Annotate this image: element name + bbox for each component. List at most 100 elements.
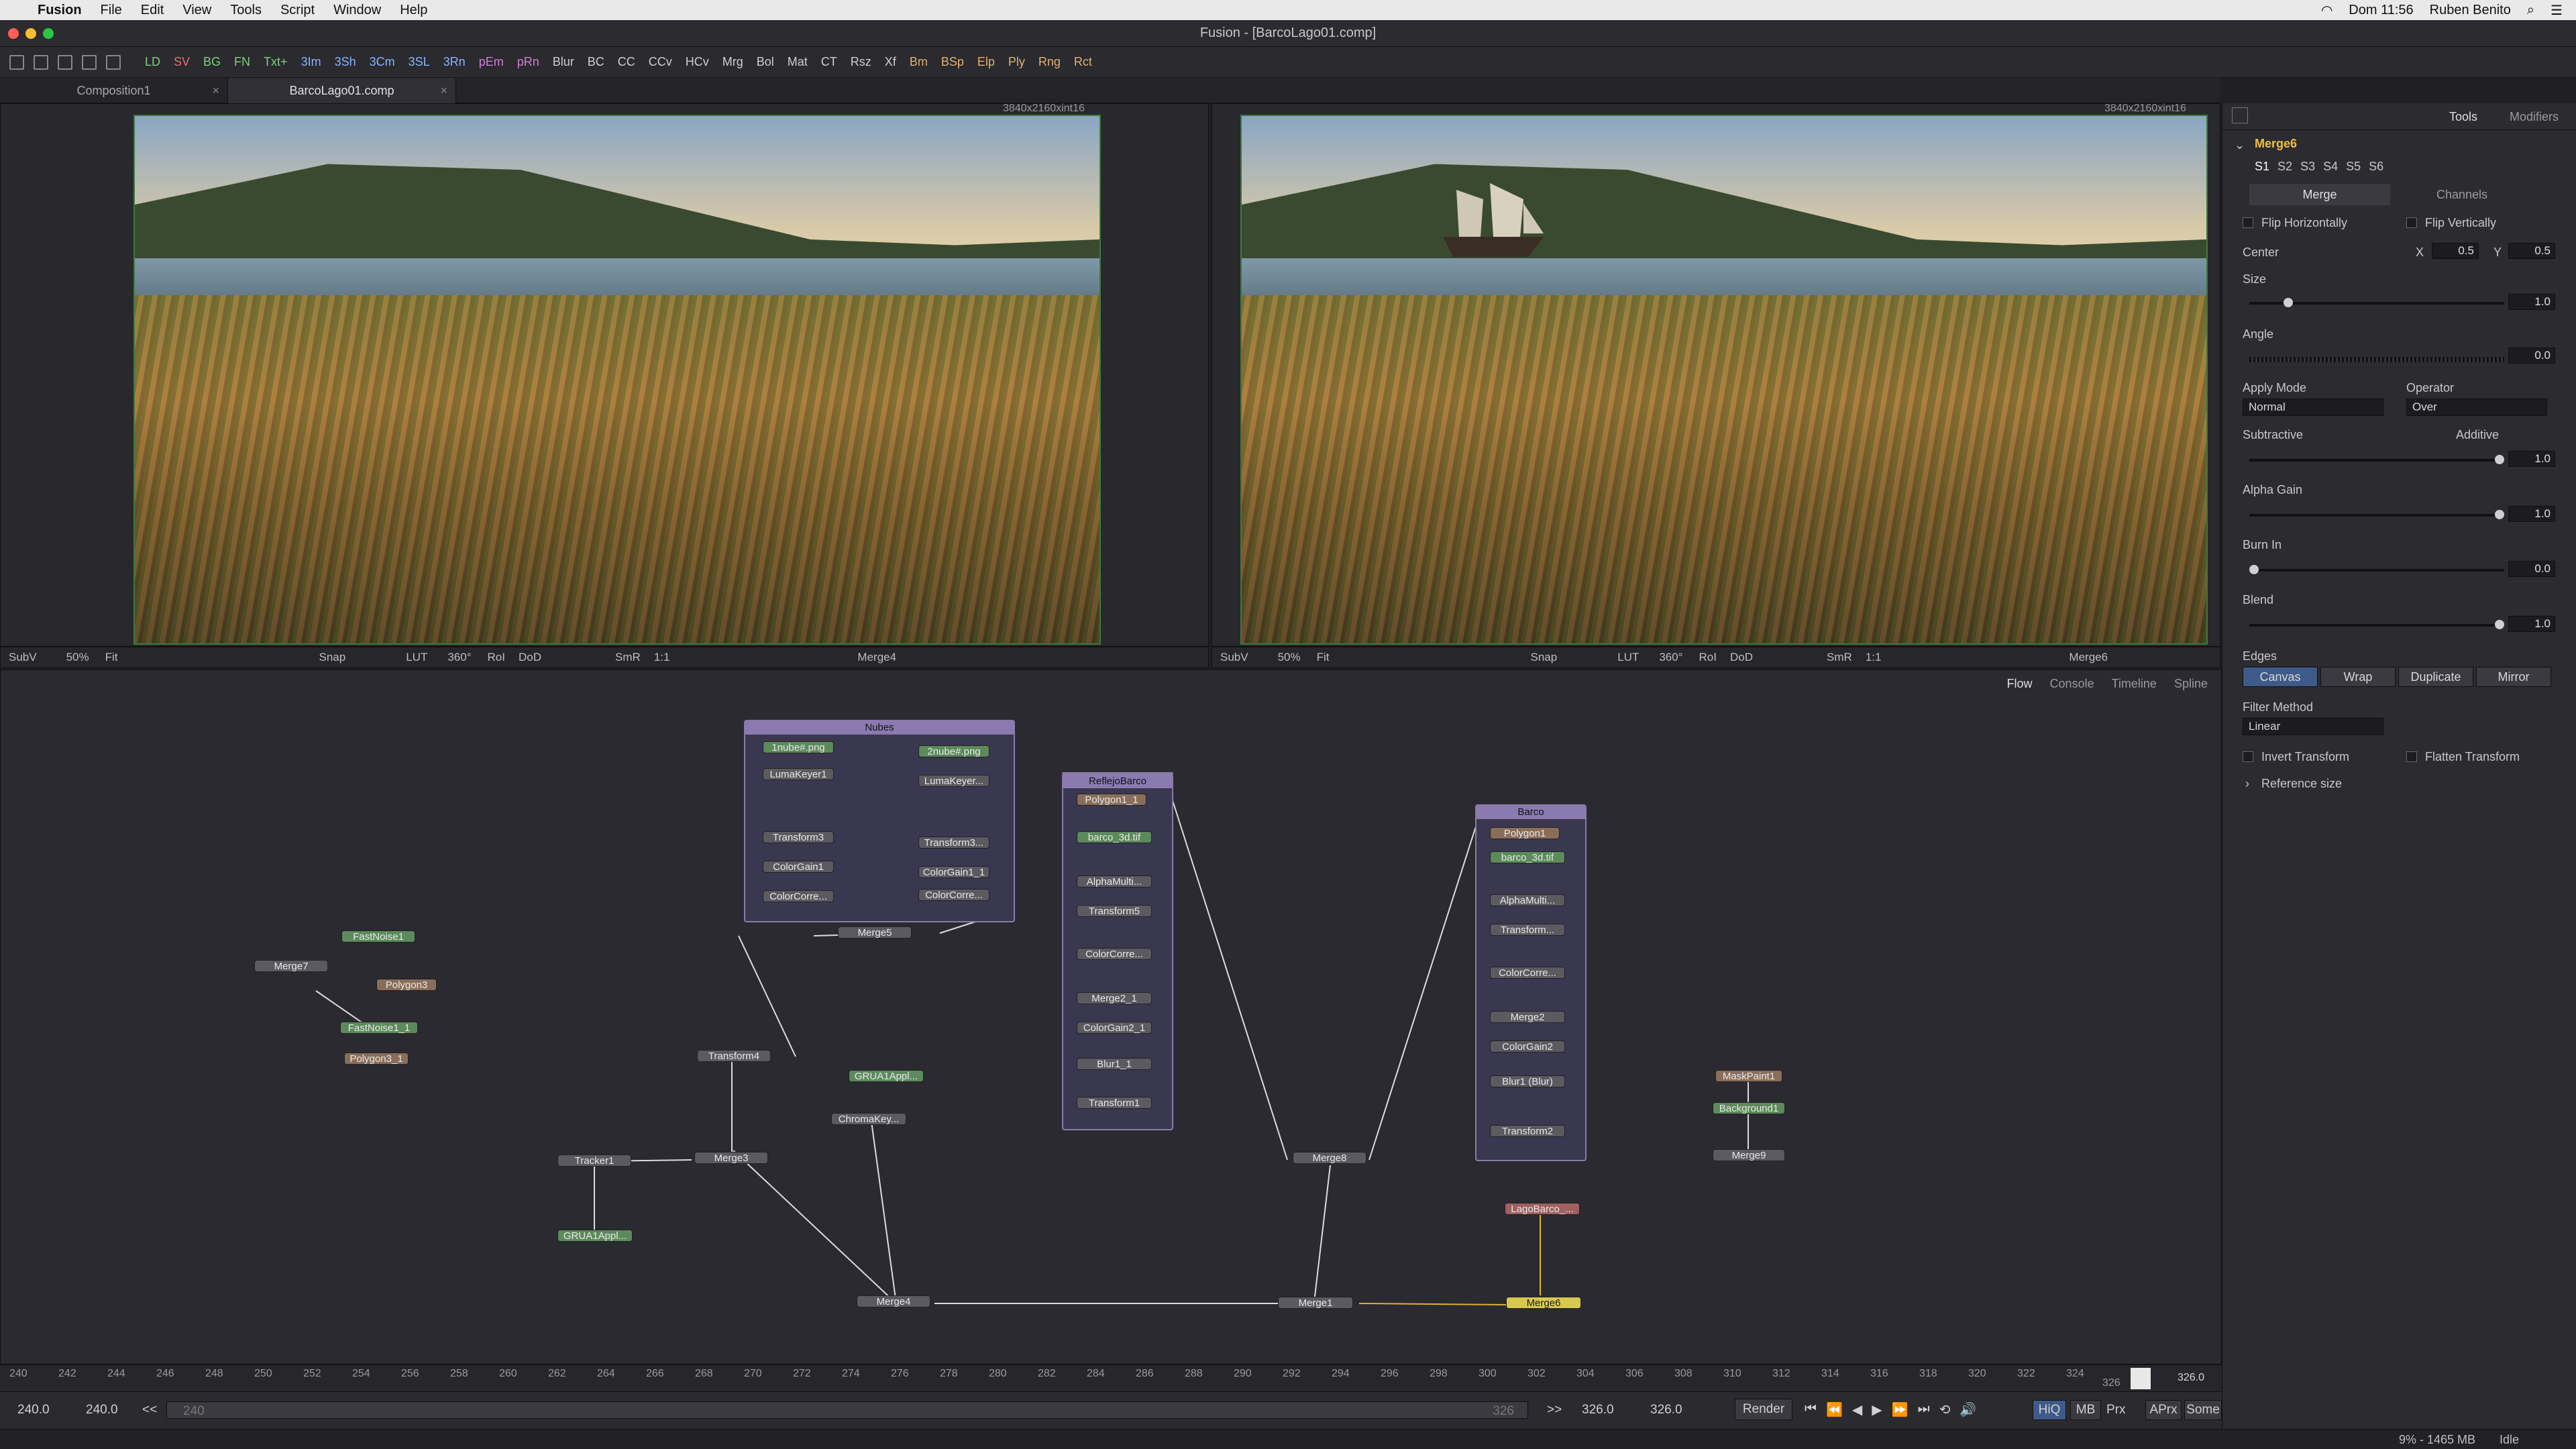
app-menu[interactable]: Fusion — [38, 3, 82, 18]
snap-button[interactable]: Snap — [319, 651, 346, 664]
invert-transform-checkbox[interactable] — [2243, 751, 2253, 762]
node-merge9[interactable]: Merge9 — [1713, 1149, 1785, 1161]
layout-icon-5[interactable] — [106, 54, 121, 70]
angle-input[interactable]: 0.0 — [2508, 347, 2555, 364]
tool-button-3im[interactable]: 3Im — [301, 55, 321, 69]
node-transform3[interactable]: Transform3 — [763, 831, 834, 843]
prx-button[interactable]: Prx — [2106, 1403, 2126, 1417]
tool-button-rct[interactable]: Rct — [1074, 55, 1092, 69]
roi-button[interactable]: RoI — [488, 651, 505, 664]
global-start[interactable]: 240.0 — [17, 1403, 50, 1417]
loop-icon[interactable]: ⟲ — [1939, 1401, 1951, 1418]
burn-in-slider[interactable] — [2249, 565, 2504, 574]
fit-button[interactable]: Fit — [105, 651, 118, 664]
angle-button[interactable]: 360° — [447, 651, 471, 664]
node-grua1appl[interactable]: GRUA1Appl... — [849, 1070, 924, 1082]
step-back-icon[interactable]: ⏪ — [1826, 1401, 1843, 1418]
node-merge7[interactable]: Merge7 — [254, 960, 328, 972]
node-fastnoise1-1[interactable]: FastNoise1_1 — [340, 1022, 418, 1034]
node-merge8[interactable]: Merge8 — [1293, 1152, 1366, 1164]
tool-button-bol[interactable]: Bol — [757, 55, 774, 69]
size-input[interactable]: 1.0 — [2508, 294, 2555, 310]
node-transform-b[interactable]: Transform... — [1490, 924, 1565, 936]
some-button[interactable]: Some — [2184, 1400, 2222, 1420]
slider-knob[interactable] — [2495, 510, 2504, 519]
node-background1[interactable]: Background1 — [1713, 1102, 1785, 1114]
lut-button[interactable]: LUT — [1617, 651, 1639, 664]
tool-button-blur[interactable]: Blur — [553, 55, 574, 69]
angle-button[interactable]: 360° — [1659, 651, 1682, 664]
node-transform5[interactable]: Transform5 — [1077, 905, 1152, 917]
spotlight-icon[interactable]: ⌕ — [2527, 3, 2534, 18]
burn-in-input[interactable]: 0.0 — [2508, 561, 2555, 577]
tool-button-ld[interactable]: LD — [145, 55, 160, 69]
reference-size-expander[interactable]: Reference size — [2261, 777, 2342, 791]
go-to-start-icon[interactable]: ⏮ — [1805, 1401, 1817, 1418]
node-merge4[interactable]: Merge4 — [857, 1295, 930, 1307]
size-slider[interactable] — [2249, 298, 2504, 307]
node-transform4[interactable]: Transform4 — [697, 1050, 771, 1062]
node-polygon1[interactable]: Polygon1 — [1490, 827, 1560, 839]
node-colorgain1-1[interactable]: ColorGain1_1 — [918, 866, 989, 878]
flip-vertically-checkbox[interactable] — [2406, 217, 2417, 228]
flatten-transform-checkbox[interactable] — [2406, 751, 2417, 762]
node-merge6[interactable]: Merge6 — [1506, 1297, 1581, 1309]
slider-knob[interactable] — [2495, 455, 2504, 464]
viewer-right[interactable]: 3840x2160xint16 — [1212, 103, 2220, 647]
tool-button-bc[interactable]: BC — [588, 55, 604, 69]
menu-file[interactable]: File — [101, 3, 122, 18]
node-grua1appl-2[interactable]: GRUA1Appl... — [557, 1230, 633, 1242]
subview-button[interactable]: SubV — [9, 651, 37, 664]
tool-button-mat[interactable]: Mat — [788, 55, 808, 69]
tab-composition1[interactable]: Composition1 × — [0, 78, 228, 103]
flow-view[interactable]: Flow Console Timeline Spline Merge7 Fast… — [0, 669, 2222, 1364]
slider-knob[interactable] — [2284, 298, 2294, 307]
tool-button-bsp[interactable]: BSp — [941, 55, 964, 69]
tab-barcolago01[interactable]: BarcoLago01.comp × — [228, 78, 456, 103]
user-name[interactable]: Ruben Benito — [2430, 3, 2511, 18]
render-button[interactable]: Render — [1735, 1399, 1792, 1420]
viewer-left[interactable]: 3840x2160xint16 — [0, 103, 1209, 647]
tool-button-3rn[interactable]: 3Rn — [443, 55, 466, 69]
hiq-button[interactable]: HiQ — [2033, 1400, 2066, 1420]
zoom-window-button[interactable] — [43, 28, 54, 39]
tool-button-prn[interactable]: pRn — [517, 55, 539, 69]
range-next-button[interactable]: >> — [1547, 1403, 1562, 1417]
node-merge1[interactable]: Merge1 — [1278, 1297, 1353, 1309]
tool-button-bm[interactable]: Bm — [910, 55, 928, 69]
node-fastnoise1[interactable]: FastNoise1 — [341, 930, 415, 943]
node-barco-3d-b[interactable]: barco_3d.tif — [1490, 851, 1565, 863]
node-merge2[interactable]: Merge2 — [1490, 1011, 1565, 1023]
edges-mirror-button[interactable]: Mirror — [2476, 667, 2551, 687]
node-blur1[interactable]: Blur1 (Blur) — [1490, 1075, 1565, 1087]
aprx-button[interactable]: APrx — [2145, 1400, 2182, 1420]
tool-button-pem[interactable]: pEm — [479, 55, 504, 69]
tool-button-3sh[interactable]: 3Sh — [335, 55, 356, 69]
layout-icon-4[interactable] — [82, 54, 97, 70]
zoom-level[interactable]: 50% — [66, 651, 89, 664]
node-colorgain2-1[interactable]: ColorGain2_1 — [1077, 1022, 1152, 1034]
slot-s5[interactable]: S5 — [2346, 160, 2361, 174]
node-polygon3[interactable]: Polygon3 — [376, 979, 437, 991]
slot-s1[interactable]: S1 — [2255, 160, 2269, 174]
tool-button-bg[interactable]: BG — [203, 55, 221, 69]
apply-mode-select[interactable]: Normal — [2243, 398, 2383, 416]
tool-button-ply[interactable]: Ply — [1008, 55, 1025, 69]
alpha-gain-slider[interactable] — [2249, 510, 2504, 519]
node-merge5[interactable]: Merge5 — [838, 926, 912, 938]
node-transform3b[interactable]: Transform3... — [918, 837, 989, 849]
menu-tools[interactable]: Tools — [230, 3, 262, 18]
close-window-button[interactable] — [8, 28, 19, 39]
tool-button-rng[interactable]: Rng — [1038, 55, 1061, 69]
edges-duplicate-button[interactable]: Duplicate — [2398, 667, 2473, 687]
node-colorcorre1[interactable]: ColorCorre... — [763, 890, 834, 902]
tool-button-3sl[interactable]: 3SL — [409, 55, 430, 69]
tool-button-3cm[interactable]: 3Cm — [370, 55, 395, 69]
node-1nube[interactable]: 1nube#.png — [763, 741, 834, 753]
collapse-icon[interactable] — [2232, 107, 2248, 123]
tab-modifiers[interactable]: Modifiers — [2510, 110, 2559, 124]
node-tracker1[interactable]: Tracker1 — [557, 1155, 631, 1167]
slot-s3[interactable]: S3 — [2300, 160, 2315, 174]
fit-button[interactable]: Fit — [1317, 651, 1330, 664]
viewer-image[interactable] — [133, 115, 1101, 645]
